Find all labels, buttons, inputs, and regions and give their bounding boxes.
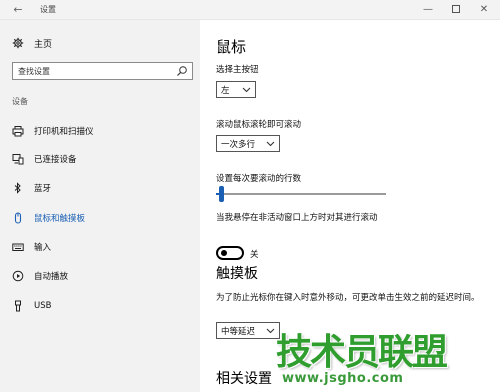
title-bar: ← 设置 — ✕ [0,0,500,20]
settings-window: ← 设置 — ✕ 主页 设备 打印机和扫描仪 [0,0,500,392]
minimize-button[interactable]: — [416,0,440,20]
home-label: 主页 [34,39,53,50]
page-title: 鼠标 [216,38,247,56]
back-button[interactable]: ← [10,2,26,18]
related-settings-title: 相关设置 [216,371,272,387]
toggle-knob [221,250,227,256]
scroll-label: 滚动鼠标滚轮即可滚动 [216,120,302,130]
scroll-dropdown[interactable]: 一次多行 [216,135,280,152]
maximize-button[interactable] [444,0,468,20]
app-title: 设置 [40,5,56,14]
sidebar-item-home[interactable]: 主页 [12,35,52,51]
lines-label: 设置每次要滚动的行数 [216,174,302,184]
primary-button-label: 选择主按钮 [216,65,259,75]
printer-icon [12,125,24,137]
gear-icon [12,37,24,49]
sidebar-item-label: 蓝牙 [34,184,52,194]
usb-icon [12,300,24,312]
sidebar-item-usb[interactable]: USB [0,295,200,317]
toggle-state-label: 关 [250,250,259,260]
lines-slider-track[interactable] [216,193,386,195]
keyboard-icon [12,241,24,253]
mouse-icon [12,212,24,224]
sidebar-item-label: 已连接设备 [34,155,77,165]
connected-devices-icon [12,153,24,165]
sidebar-item-mouse-touchpad[interactable]: 鼠标和触摸板 [0,207,200,229]
autoplay-icon [12,270,24,282]
sidebar-item-bluetooth[interactable]: 蓝牙 [0,177,200,199]
search-box[interactable] [12,62,193,80]
sidebar-item-label: 打印机和扫描仪 [34,127,94,137]
sidebar-item-label: USB [34,301,52,311]
close-button[interactable]: ✕ [472,0,496,20]
inactive-scroll-label: 当我悬停在非活动窗口上方时对其进行滚动 [216,213,378,223]
sidebar: 主页 设备 打印机和扫描仪 已连接设备 蓝牙 [0,20,200,392]
sidebar-item-connected-devices[interactable]: 已连接设备 [0,148,200,170]
touchpad-title: 触摸板 [216,266,258,282]
touchpad-delay-dropdown[interactable]: 中等延迟 [216,322,280,339]
bluetooth-icon [12,182,24,194]
chevron-down-icon [242,87,251,93]
watermark-url: www.jsgho.com [282,371,404,386]
sidebar-item-typing[interactable]: 输入 [0,236,200,258]
chevron-down-icon [266,328,275,334]
sidebar-item-autoplay[interactable]: 自动播放 [0,265,200,287]
dropdown-value: 中等延迟 [221,326,256,337]
sidebar-item-printers[interactable]: 打印机和扫描仪 [0,120,200,142]
sidebar-item-label: 鼠标和触摸板 [34,214,86,224]
section-label: 设备 [12,97,28,106]
primary-button-dropdown[interactable]: 左 [216,81,256,98]
search-icon[interactable] [176,65,188,77]
touchpad-description: 为了防止光标你在键入时意外移动，可更改单击生效之前的延迟时间。 [216,293,480,303]
lines-slider-thumb[interactable] [219,186,225,202]
dropdown-value: 一次多行 [221,139,256,150]
sidebar-item-label: 自动播放 [34,272,69,282]
search-input[interactable] [13,63,173,79]
watermark-brand: 技术员联盟 [276,332,448,373]
chevron-down-icon [266,141,275,147]
sidebar-item-label: 输入 [34,243,52,253]
dropdown-value: 左 [221,85,230,96]
inactive-scroll-toggle[interactable] [216,246,244,260]
maximize-icon [452,5,460,13]
